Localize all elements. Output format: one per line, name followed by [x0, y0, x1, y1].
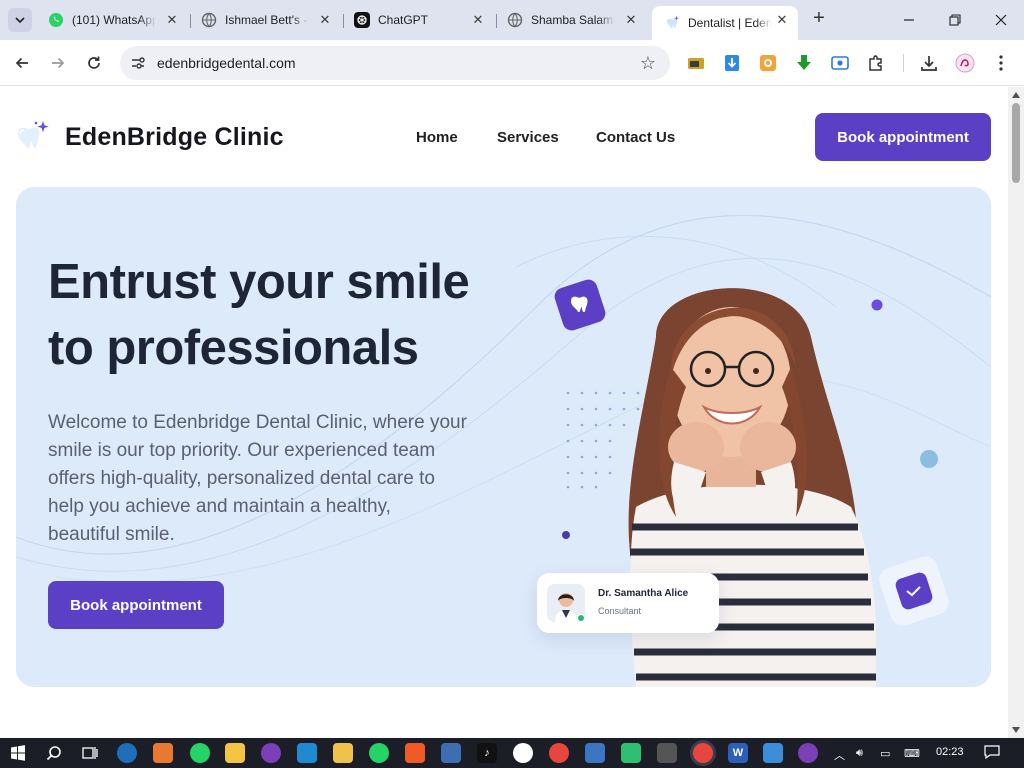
network-icon[interactable]: ▭	[880, 747, 890, 760]
doctor-name: Dr. Samantha Alice	[598, 588, 689, 599]
tab-search-button[interactable]	[8, 8, 32, 32]
news-icon[interactable]	[441, 743, 461, 763]
tab-whatsapp[interactable]: (101) WhatsApp ✕	[36, 6, 188, 34]
windows-taskbar: ♪ W ︿ 🔊︎ ▭ ⌨ 02:23	[0, 738, 1024, 768]
close-tab-icon[interactable]: ✕	[623, 12, 639, 28]
chrome-icon[interactable]	[549, 743, 569, 763]
address-bar[interactable]: edenbridgedental.com ☆	[120, 46, 670, 80]
tray-chevron-icon[interactable]: ︿	[834, 747, 845, 763]
game-controller-icon[interactable]	[657, 743, 677, 763]
close-tab-icon[interactable]: ✕	[317, 12, 333, 28]
bookmark-star-icon[interactable]: ☆	[640, 53, 656, 74]
tab-title: Dentalist | Eden	[688, 16, 772, 30]
whatsapp-desktop-icon[interactable]	[369, 743, 389, 763]
screen-capture-icon[interactable]	[830, 53, 850, 73]
nav-contact-us[interactable]: Contact Us	[596, 129, 675, 146]
tab-shamba[interactable]: Shamba Salama ✕	[495, 6, 647, 34]
profile-avatar-icon[interactable]	[955, 53, 975, 73]
brand-name[interactable]: EdenBridge Clinic	[65, 123, 284, 152]
toolbar-separator	[903, 54, 904, 72]
hero-title: Entrust your smile to professionals	[48, 255, 470, 375]
more-menu-icon[interactable]	[991, 53, 1011, 73]
chatgpt-icon	[354, 12, 370, 28]
taskbar-clock[interactable]: 02:23	[936, 746, 964, 758]
chevron-down-icon	[15, 17, 25, 23]
store-icon[interactable]	[225, 743, 245, 763]
close-tab-icon[interactable]: ✕	[774, 12, 790, 28]
page-scrollbar[interactable]	[1008, 87, 1024, 738]
site-settings-icon[interactable]	[130, 55, 146, 71]
doctor-card[interactable]: Dr. Samantha Alice Consultant	[537, 573, 719, 633]
word-icon[interactable]: W	[728, 743, 748, 763]
web-page: EdenBridge Clinic Home Services Contact …	[0, 87, 1008, 738]
notifications-icon[interactable]	[984, 745, 1000, 762]
hero-section: Entrust your smile to professionals Welc…	[16, 187, 991, 687]
tab-title: Shamba Salama	[531, 13, 615, 27]
tab-title: ChatGPT	[378, 13, 429, 27]
forward-arrow-icon[interactable]	[46, 51, 70, 75]
minimize-window-icon[interactable]	[899, 10, 919, 30]
tiktok-icon[interactable]: ♪	[477, 743, 497, 763]
volume-icon[interactable]: 🔊︎	[856, 747, 863, 760]
github-icon[interactable]	[513, 743, 533, 763]
tab-title: (101) WhatsApp	[72, 13, 156, 27]
back-arrow-icon[interactable]	[10, 51, 34, 75]
folder-extension-icon[interactable]	[686, 53, 706, 73]
tab-title: Ishmael Bett's -	[225, 13, 308, 27]
keyboard-icon[interactable]: ⌨	[904, 747, 920, 760]
search-icon[interactable]	[44, 743, 64, 763]
vscode-icon[interactable]	[297, 743, 317, 763]
close-tab-icon[interactable]: ✕	[470, 12, 486, 28]
file-explorer-icon[interactable]	[333, 743, 353, 763]
tab-dentalist-active[interactable]: Dentalist | Eden ✕	[652, 6, 798, 40]
tor-browser-icon[interactable]	[798, 743, 818, 763]
reload-icon[interactable]	[82, 51, 106, 75]
downloads-icon[interactable]	[919, 53, 939, 73]
photos-icon[interactable]	[763, 743, 783, 763]
restore-window-icon[interactable]	[945, 10, 965, 30]
scroll-down-arrow-icon[interactable]	[1012, 727, 1020, 733]
brave-icon[interactable]	[405, 743, 425, 763]
remote-desktop-icon[interactable]	[585, 743, 605, 763]
close-window-icon[interactable]	[991, 10, 1011, 30]
globe-icon	[201, 12, 217, 28]
task-view-icon[interactable]	[80, 743, 100, 763]
globe-icon	[507, 12, 523, 28]
header-book-appointment-button[interactable]: Book appointment	[815, 113, 991, 161]
app-green-icon[interactable]	[621, 743, 641, 763]
chrome-active-icon[interactable]	[693, 743, 713, 763]
tab-chatgpt[interactable]: ChatGPT ✕	[342, 6, 494, 34]
edge-dev-icon[interactable]	[117, 743, 137, 763]
green-download-icon[interactable]	[794, 53, 814, 73]
tab-ishmael[interactable]: Ishmael Bett's - ✕	[189, 6, 341, 34]
tor-icon[interactable]	[261, 743, 281, 763]
url-text[interactable]: edenbridgedental.com	[157, 55, 296, 71]
scroll-up-arrow-icon[interactable]	[1012, 92, 1020, 98]
app-orange-icon[interactable]	[153, 743, 173, 763]
online-status-dot	[577, 614, 585, 622]
close-tab-icon[interactable]: ✕	[164, 12, 180, 28]
whatsapp-icon[interactable]	[190, 743, 210, 763]
orange-extension-icon[interactable]	[758, 53, 778, 73]
new-tab-button[interactable]: +	[808, 8, 830, 30]
nav-home[interactable]: Home	[416, 129, 458, 146]
nav-services[interactable]: Services	[497, 129, 559, 146]
check-badge-icon	[879, 556, 949, 626]
download-arrow-extension-icon[interactable]	[722, 53, 742, 73]
tab-strip: (101) WhatsApp ✕ Ishmael Bett's - ✕ Chat…	[0, 0, 1024, 40]
doctor-role: Consultant	[598, 606, 642, 616]
puzzle-extensions-icon[interactable]	[866, 53, 886, 73]
whatsapp-icon	[48, 12, 64, 28]
windows-start-icon[interactable]	[8, 743, 28, 763]
logo-tooth-icon[interactable]	[16, 119, 52, 155]
hero-book-appointment-button[interactable]: Book appointment	[48, 581, 224, 629]
browser-toolbar: edenbridgedental.com ☆	[0, 40, 1024, 86]
sparkle-tooth-icon	[664, 15, 680, 31]
hero-description: Welcome to Edenbridge Dental Clinic, whe…	[48, 412, 467, 545]
scrollbar-thumb[interactable]	[1012, 103, 1020, 183]
